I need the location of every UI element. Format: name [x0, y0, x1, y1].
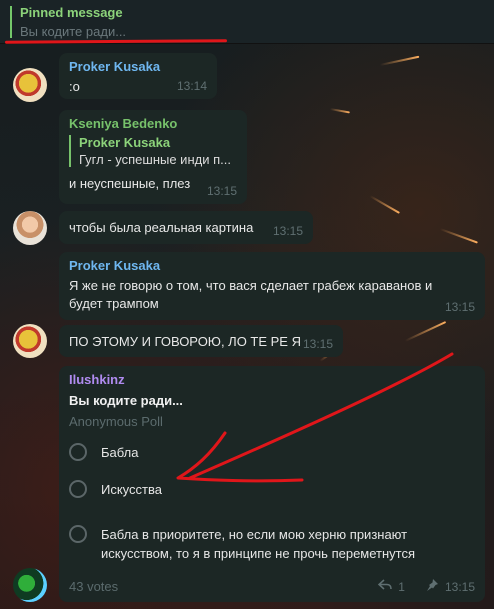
message-time: 13:14 — [176, 79, 207, 93]
avatar[interactable] — [13, 211, 47, 245]
sender-name[interactable]: Proker Kusaka — [69, 258, 475, 273]
reply-arrow-icon[interactable] — [378, 579, 393, 594]
poll-bubble[interactable]: Ilushkinz Вы кодите ради... Anonymous Po… — [59, 366, 485, 602]
sender-name[interactable]: Kseniya Bedenko — [69, 116, 237, 131]
pinned-accent-bar — [10, 6, 12, 38]
reply-quote[interactable]: Proker Kusaka Гугл - успешные инди п... — [69, 135, 237, 167]
sender-name[interactable]: Ilushkinz — [69, 372, 475, 387]
poll-option-label: Бабла в приоритете, но если мою херню пр… — [101, 527, 416, 561]
message-text: Я же не говорю о том, что вася сделает г… — [69, 278, 433, 311]
pinned-title: Pinned message — [20, 5, 123, 20]
message-bubble[interactable]: Proker Kusaka :o 13:14 — [59, 53, 217, 99]
poll-option[interactable]: Бабла — [69, 443, 475, 462]
message-bubble[interactable]: чтобы была реальная картина 13:15 — [59, 211, 313, 244]
message-time: 13:15 — [444, 300, 475, 314]
reply-text: Гугл - успешные инди п... — [79, 152, 231, 167]
poll-option-label: Искусства — [101, 482, 162, 497]
poll-meta: 1 13:15 — [378, 578, 475, 595]
message-text: ПО ЭТОМУ И ГОВОРОЮ, ЛО ТЕ РЕ Я — [69, 334, 301, 349]
avatar[interactable] — [13, 324, 47, 358]
message-time: 13:15 — [272, 224, 303, 238]
pin-icon — [425, 578, 439, 595]
radio-button[interactable] — [69, 443, 87, 461]
message-time: 13:15 — [302, 337, 333, 351]
radio-button[interactable] — [69, 525, 87, 543]
poll-votes: 43 votes — [69, 579, 119, 594]
avatar[interactable] — [13, 568, 47, 602]
poll-question: Вы кодите ради... — [69, 393, 183, 408]
message-bubble[interactable]: Kseniya Bedenko Proker Kusaka Гугл - усп… — [59, 110, 247, 204]
message-text: чтобы была реальная картина — [69, 220, 254, 235]
poll-option-label: Бабла — [101, 445, 139, 460]
pinned-text: Вы кодите ради... — [20, 24, 127, 39]
sender-name[interactable]: Proker Kusaka — [69, 59, 207, 74]
message-bubble[interactable]: ПО ЭТОМУ И ГОВОРОЮ, ЛО ТЕ РЕ Я 13:15 — [59, 325, 343, 357]
radio-button[interactable] — [69, 480, 87, 498]
message-bubble[interactable]: Proker Kusaka Я же не говорю о том, что … — [59, 252, 485, 320]
poll-option[interactable]: Бабла в приоритете, но если мою херню пр… — [69, 525, 475, 563]
avatar[interactable] — [13, 68, 47, 102]
poll-time: 13:15 — [444, 579, 475, 594]
poll-type: Anonymous Poll — [69, 414, 163, 429]
pinned-message-bar[interactable]: Pinned message Вы кодите ради... — [0, 0, 494, 44]
reply-sender: Proker Kusaka — [79, 135, 171, 150]
poll-option[interactable]: Искусства — [69, 480, 475, 499]
reply-count: 1 — [398, 579, 405, 594]
message-time: 13:15 — [206, 184, 237, 198]
